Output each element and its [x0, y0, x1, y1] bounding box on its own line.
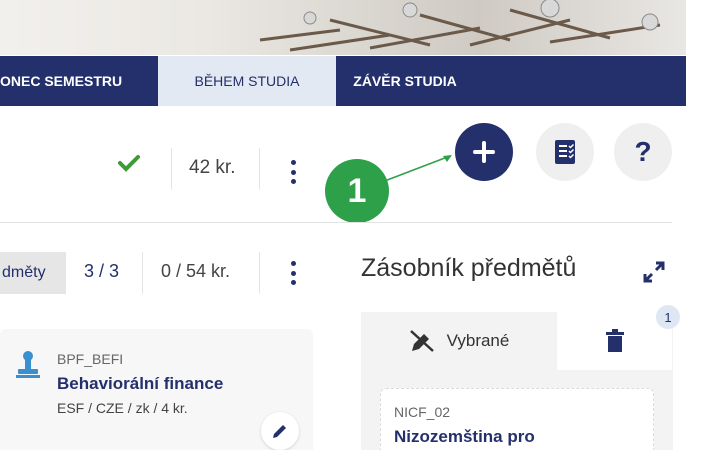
screws-banner-image — [259, 0, 661, 52]
edit-pencil-icon — [273, 425, 286, 438]
divider — [259, 148, 260, 190]
notification-badge: 1 — [656, 305, 680, 329]
course-title[interactable]: Behaviorální finance — [57, 374, 223, 394]
tab-selected-label: Vybrané — [446, 331, 510, 350]
pen-off-icon — [409, 330, 434, 352]
stack-panel-title: Zásobník předmětů — [361, 254, 577, 282]
help-button[interactable]: ? — [614, 123, 672, 181]
course-code: BPF_BEFI — [57, 351, 124, 367]
tab-during-study[interactable]: BĚHEM STUDIA — [158, 56, 336, 106]
annotation-arrow — [381, 155, 452, 183]
divider — [171, 148, 172, 190]
edit-button[interactable] — [261, 412, 299, 450]
checklist-button[interactable] — [536, 123, 594, 181]
header-banner — [0, 0, 686, 55]
kebab-menu-icon[interactable] — [291, 261, 297, 285]
help-icon: ? — [634, 136, 652, 167]
add-button[interactable] — [455, 123, 513, 181]
divider — [259, 252, 260, 294]
expand-icon[interactable] — [643, 261, 665, 283]
divider — [142, 252, 143, 294]
stamp-icon — [16, 351, 40, 378]
course-meta: ESF / CZE / zk / 4 kr. — [57, 400, 188, 416]
study-phase-tabs: ONEC SEMESTRU BĚHEM STUDIA ZÁVĚR STUDIA — [0, 56, 686, 106]
trash-icon — [605, 329, 624, 352]
kebab-menu-icon[interactable] — [291, 160, 297, 184]
tab-end-of-semester[interactable]: ONEC SEMESTRU — [0, 56, 158, 106]
stack-course-code: NICF_02 — [394, 404, 451, 420]
subjects-count: 3 / 3 — [84, 261, 120, 281]
subjects-filter-button[interactable]: dměty — [0, 252, 66, 294]
tab-selected-subjects[interactable]: Vybrané — [361, 312, 557, 370]
plan-credits: 42 kr. — [189, 157, 236, 178]
tab-end-of-study[interactable]: ZÁVĚR STUDIA — [336, 56, 474, 106]
plan-summary-row: 42 kr. — [0, 140, 320, 196]
plus-icon — [473, 141, 495, 163]
tab-removed-subjects[interactable] — [557, 312, 672, 370]
step-number-badge: 1 — [325, 159, 389, 223]
divider — [0, 222, 672, 223]
subjects-credits: 0 / 54 kr. — [161, 261, 231, 281]
stack-course-title[interactable]: Nizozemština pro — [394, 427, 535, 447]
checklist-icon — [555, 140, 575, 164]
check-icon — [118, 154, 140, 178]
